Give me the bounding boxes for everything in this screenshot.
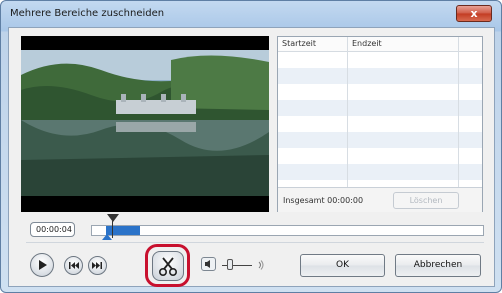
playhead-line (112, 221, 113, 238)
title-bar: Mehrere Bereiche zuschneiden x (1, 1, 501, 27)
column-header-start: Startzeit (282, 39, 317, 48)
cancel-button[interactable]: Abbrechen (395, 254, 481, 277)
range-start-marker[interactable] (102, 234, 112, 240)
mute-button[interactable] (201, 257, 216, 271)
table-footer: Insgesamt 00:00:00 Löschen (278, 187, 482, 212)
separator (26, 242, 484, 243)
volume-slider-thumb[interactable] (227, 259, 233, 270)
ranges-table: Startzeit Endzeit Insgesamt 00:00:00 Lös… (277, 36, 483, 212)
playhead-marker[interactable] (107, 214, 119, 222)
close-button[interactable]: x (456, 5, 492, 22)
skip-back-icon (69, 262, 79, 269)
table-row[interactable] (278, 100, 482, 116)
delete-button[interactable]: Löschen (393, 192, 459, 209)
table-row[interactable] (278, 164, 482, 180)
column-header-end: Endzeit (352, 39, 382, 48)
table-header: Startzeit Endzeit (278, 37, 482, 52)
table-row[interactable] (278, 52, 482, 68)
window-title: Mehrere Bereiche zuschneiden (10, 8, 165, 19)
table-row[interactable] (278, 68, 482, 84)
skip-forward-icon (92, 262, 102, 269)
next-button[interactable] (88, 256, 107, 275)
ok-button[interactable]: OK (300, 254, 385, 277)
column-divider (458, 37, 459, 187)
previous-button[interactable] (64, 256, 83, 275)
column-divider (347, 37, 348, 187)
close-icon: x (470, 7, 478, 20)
play-icon (39, 260, 47, 270)
play-button[interactable] (30, 253, 54, 277)
highlight-ring (145, 244, 190, 287)
table-row[interactable] (278, 132, 482, 148)
table-row[interactable] (278, 148, 482, 164)
video-frame-image (21, 50, 269, 196)
table-row[interactable] (278, 84, 482, 100)
current-time-value: 00:00:04 (36, 225, 72, 234)
timeline-track[interactable] (91, 225, 484, 236)
volume-icon (258, 260, 264, 270)
speaker-mute-icon (205, 260, 210, 268)
current-time-field[interactable]: 00:00:04 (30, 222, 75, 237)
table-row[interactable] (278, 116, 482, 132)
total-duration: Insgesamt 00:00:00 (283, 196, 364, 205)
video-preview (21, 36, 269, 212)
